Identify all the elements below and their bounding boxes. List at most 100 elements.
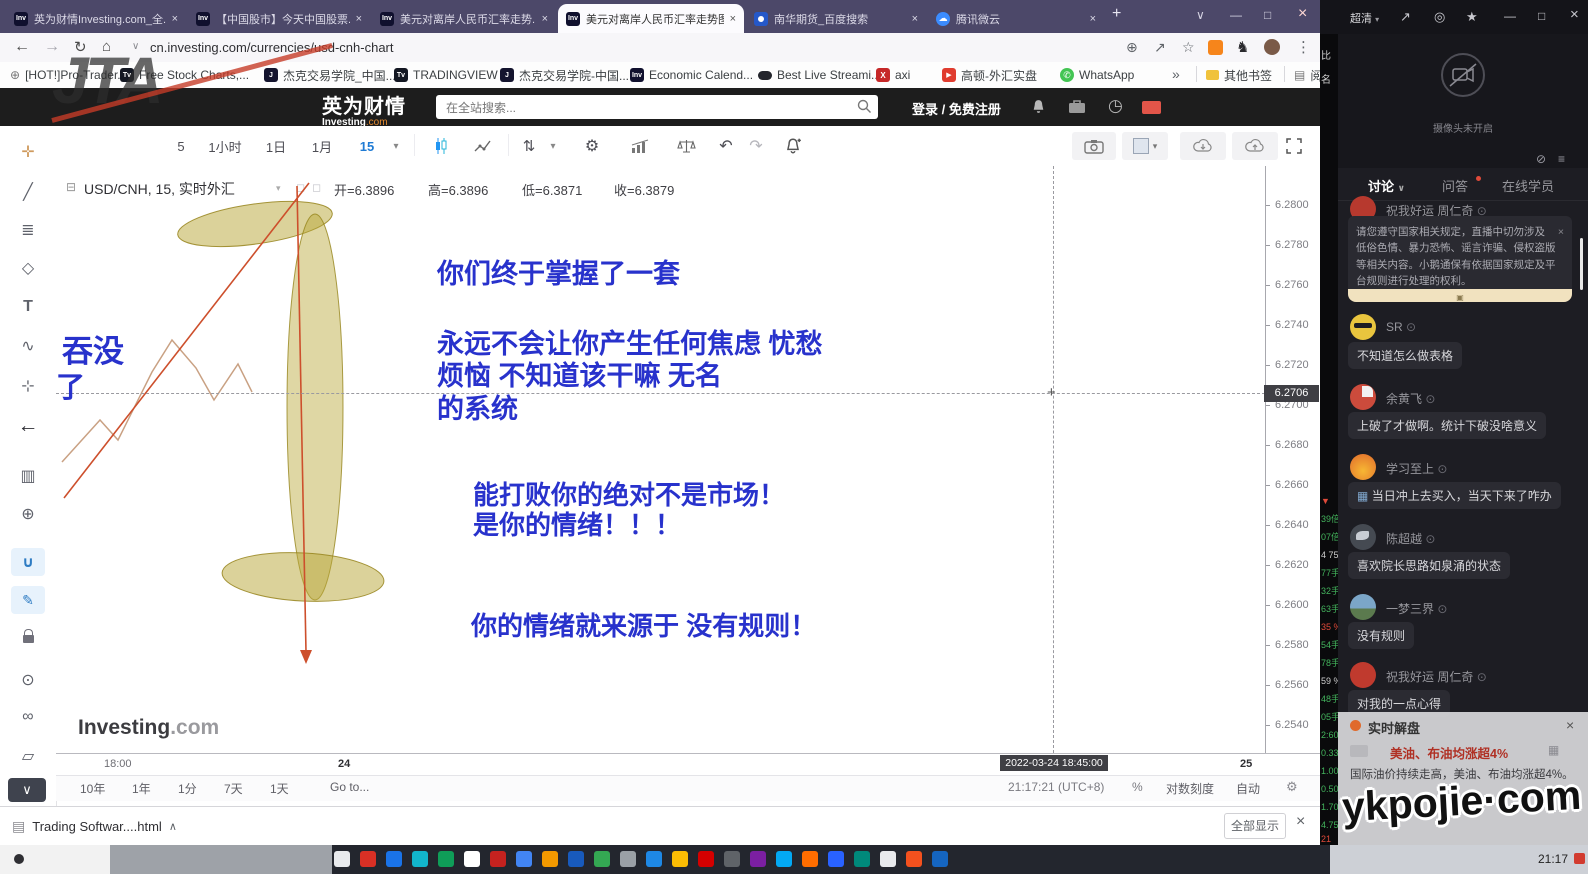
taskbar-app-icon[interactable]: [568, 851, 584, 867]
taskbar-app-icon[interactable]: [464, 851, 480, 867]
taskbar-app-icon[interactable]: [412, 851, 428, 867]
bar-pattern-tool[interactable]: ▥: [0, 466, 56, 486]
log-scale-button[interactable]: 对数刻度: [1166, 780, 1214, 797]
taskbar-app-icon[interactable]: [776, 851, 792, 867]
report-icon[interactable]: ⊙: [1425, 392, 1435, 406]
stream-share-icon[interactable]: ↗: [1400, 9, 1411, 25]
taskbar-app-icon[interactable]: [620, 851, 636, 867]
timeframe-dropdown-icon[interactable]: ▾: [386, 132, 406, 160]
taskbar-app-icon[interactable]: [672, 851, 688, 867]
percent-scale-button[interactable]: %: [1132, 780, 1143, 794]
taskbar-app-icon[interactable]: [750, 851, 766, 867]
language-flag-icon[interactable]: [1142, 101, 1161, 114]
crosshair-tool[interactable]: ✛: [0, 142, 56, 162]
taskbar-app-icon[interactable]: [906, 851, 922, 867]
extension-icon[interactable]: ♞: [1236, 38, 1249, 56]
bookmark-item[interactable]: ✆ WhatsApp: [1060, 62, 1134, 88]
popup-grid-icon[interactable]: ▦: [1548, 743, 1559, 757]
report-icon[interactable]: ⊙: [1437, 462, 1447, 476]
taskbar-app-icon[interactable]: [334, 851, 350, 867]
url-text[interactable]: cn.investing.com/currencies/usd-cnh-char…: [150, 40, 394, 55]
taskbar-app-icon[interactable]: [516, 851, 532, 867]
share-page-icon[interactable]: ↗: [1154, 39, 1166, 56]
window-minimize-button[interactable]: —: [1230, 8, 1242, 22]
shapes-tool[interactable]: ◇: [0, 258, 56, 278]
axis-settings-gear-icon[interactable]: ⚙: [1286, 779, 1298, 795]
tab-close-icon[interactable]: ×: [542, 13, 548, 25]
undo-button[interactable]: ↶: [712, 132, 740, 160]
taskbar-app-icon[interactable]: [386, 851, 402, 867]
file-chevron-icon[interactable]: ∧: [169, 820, 177, 833]
metamask-extension-icon[interactable]: [1208, 40, 1223, 55]
range-10y-button[interactable]: 10年: [80, 780, 105, 797]
taskbar-app-icon[interactable]: [724, 851, 740, 867]
bookmark-item[interactable]: Best Live Streami...: [758, 62, 881, 88]
indicators-button[interactable]: [622, 132, 658, 160]
magnet-tool[interactable]: ∪: [11, 548, 45, 576]
browser-tab-3[interactable]: Inv 美元对离岸人民币汇率走势... ×: [372, 4, 556, 33]
stream-mute-icon[interactable]: ⊘: [1536, 152, 1546, 166]
timeframe-1mo-button[interactable]: 1月: [302, 132, 342, 160]
cursor-arrow-tool[interactable]: ←: [0, 414, 56, 438]
other-bookmarks-button[interactable]: 其他书签: [1206, 62, 1272, 88]
text-tool[interactable]: T: [0, 298, 56, 316]
browser-menu-icon[interactable]: ⋮: [1296, 38, 1311, 56]
browser-tab-5[interactable]: 南华期货_百度搜索 ×: [746, 4, 926, 33]
taskbar-app-icon[interactable]: [438, 851, 454, 867]
zoom-page-icon[interactable]: ⊕: [1126, 39, 1138, 56]
sync-drawings-link-tool[interactable]: ∞: [0, 708, 56, 726]
report-icon[interactable]: ⊙: [1406, 320, 1416, 334]
lock-drawings-tool[interactable]: [0, 630, 56, 648]
taskbar-app-icon[interactable]: [490, 851, 506, 867]
tab-close-icon[interactable]: ×: [912, 13, 918, 25]
redo-button[interactable]: ↷: [742, 132, 770, 160]
taskbar-app-icon[interactable]: [360, 851, 376, 867]
downloaded-file-chip[interactable]: ▤ Trading Softwar....html ∧: [12, 814, 177, 838]
compare-dropdown-icon[interactable]: ▾: [544, 132, 562, 160]
range-1d-button[interactable]: 1天: [270, 780, 289, 797]
trendline-tool[interactable]: ╱: [0, 182, 56, 202]
screenshot-camera-button[interactable]: [1072, 132, 1116, 160]
hide-drawings-eye-tool[interactable]: ⊙: [0, 670, 56, 690]
range-1y-button[interactable]: 1年: [132, 780, 151, 797]
download-bar-close-icon[interactable]: ×: [1296, 813, 1305, 831]
range-7d-button[interactable]: 7天: [224, 780, 243, 797]
taskbar-app-icon[interactable]: [698, 851, 714, 867]
chat-scrollbar-thumb[interactable]: [1580, 238, 1583, 290]
load-chart-cloud-button[interactable]: [1180, 132, 1226, 160]
timeframe-1d-button[interactable]: 1日: [256, 132, 296, 160]
tab-close-icon[interactable]: ×: [356, 13, 362, 25]
timeframe-active-button[interactable]: 15: [350, 132, 384, 160]
symbol-dropdown-icon[interactable]: ▾: [276, 183, 281, 194]
bookmark-item[interactable]: Tv TRADINGVIEW: [394, 62, 498, 88]
bookmark-item[interactable]: J 杰克交易学院-中国...: [500, 62, 629, 88]
legend-ghost-icon[interactable]: ◻: [312, 181, 321, 194]
profile-avatar[interactable]: [1264, 39, 1280, 55]
fib-retracement-tool[interactable]: ≣: [0, 220, 56, 240]
tab-close-icon[interactable]: ×: [1090, 13, 1096, 25]
time-axis[interactable]: [56, 753, 1320, 776]
recent-clock-icon[interactable]: ◷: [1108, 96, 1123, 116]
taskbar-app-icon[interactable]: [880, 851, 896, 867]
chart-symbol-title[interactable]: USD/CNH, 15, 实时外汇: [84, 179, 235, 199]
portfolio-briefcase-icon[interactable]: [1068, 99, 1086, 117]
browser-tab-6[interactable]: ☁ 腾讯微云 ×: [928, 4, 1104, 33]
notifications-bell-icon[interactable]: [1030, 98, 1047, 118]
popup-headline[interactable]: 美油、布油均涨超4%: [1390, 743, 1508, 762]
compare-scales-button[interactable]: [668, 132, 704, 160]
stream-target-icon[interactable]: ◎: [1434, 9, 1445, 25]
bookmark-star-icon[interactable]: ☆: [1182, 39, 1195, 56]
stream-close-button[interactable]: ×: [1570, 6, 1579, 23]
collapse-legend-icon[interactable]: ⊟: [66, 180, 76, 194]
window-close-button[interactable]: ×: [1298, 5, 1307, 23]
stream-maximize-button[interactable]: □: [1538, 9, 1545, 23]
notice-close-icon[interactable]: ×: [1558, 224, 1564, 240]
taskbar-app-icon[interactable]: [854, 851, 870, 867]
forecast-tool[interactable]: ⊹: [0, 376, 56, 396]
new-tab-button[interactable]: +: [1112, 5, 1121, 23]
object-tree-layers-tool[interactable]: ▱: [0, 746, 56, 766]
timeframe-5-button[interactable]: 5: [168, 132, 194, 160]
search-icon[interactable]: [857, 99, 872, 117]
stream-quality-button[interactable]: 超清 ▾: [1350, 10, 1379, 26]
window-maximize-button[interactable]: □: [1264, 8, 1271, 22]
